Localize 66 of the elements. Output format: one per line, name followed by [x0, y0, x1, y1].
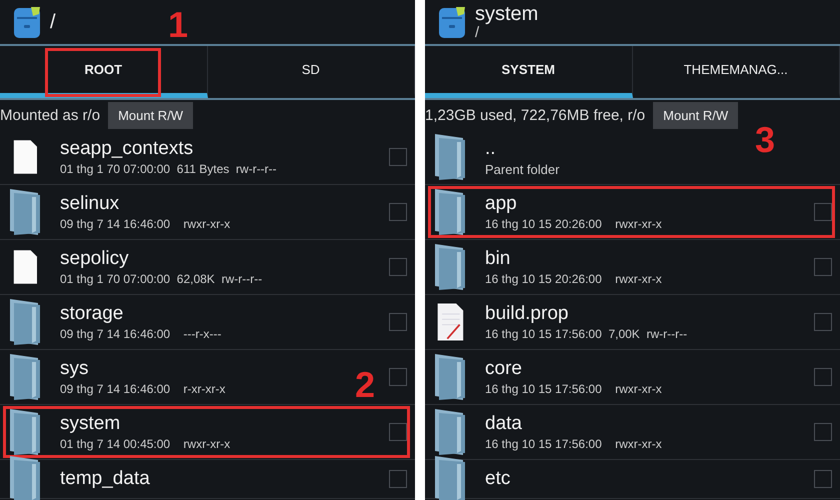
checkbox[interactable]	[814, 258, 832, 276]
file-details: 01 thg 1 70 07:00:00 611 Bytes rw-r--r--	[60, 162, 277, 176]
checkbox[interactable]	[389, 148, 407, 166]
tab[interactable]: THEMEMANAG...	[632, 46, 840, 98]
file-details: 09 thg 7 14 16:46:00 r-xr-xr-x	[60, 382, 226, 396]
step-number: 1	[168, 7, 188, 43]
file-name: etc	[485, 468, 510, 490]
file-name: core	[485, 358, 522, 380]
checkbox[interactable]	[814, 313, 832, 331]
file-details: 16 thg 10 15 17:56:00 rwxr-xr-x	[485, 437, 662, 451]
tab[interactable]: SD	[208, 46, 415, 98]
folder-path: /	[475, 24, 480, 40]
checkbox[interactable]	[389, 368, 407, 386]
folder-icon	[433, 242, 467, 292]
file-name: ..	[485, 138, 496, 160]
checkbox[interactable]	[389, 470, 407, 488]
file-details: 01 thg 7 14 00:45:00 rwxr-xr-x	[60, 437, 230, 451]
folder-icon	[8, 297, 42, 347]
checkbox[interactable]	[389, 313, 407, 331]
folder-icon	[8, 454, 42, 500]
tab[interactable]: ROOT	[0, 46, 208, 98]
checkbox[interactable]	[389, 203, 407, 221]
file-name: app	[485, 193, 517, 215]
checkbox[interactable]	[814, 368, 832, 386]
mount-status: 1,23GB used, 722,76MB free, r/o	[425, 106, 646, 124]
folder-icon	[8, 187, 42, 237]
mount-status: Mounted as r/o	[0, 106, 100, 124]
folder-icon	[433, 187, 467, 237]
checkbox[interactable]	[814, 203, 832, 221]
file-details: 16 thg 10 15 17:56:00 rwxr-xr-x	[485, 382, 662, 396]
file-details: 09 thg 7 14 16:46:00 rwxr-xr-x	[60, 217, 230, 231]
step-number: 2	[354, 367, 375, 403]
folder-icon	[433, 407, 467, 457]
file-name: build.prop	[485, 303, 568, 325]
file-name: bin	[485, 248, 510, 270]
step-number: 3	[755, 122, 776, 158]
file-details: 16 thg 10 15 20:26:00 rwxr-xr-x	[485, 272, 662, 286]
file-name: storage	[60, 303, 124, 325]
checkbox[interactable]	[389, 258, 407, 276]
folder-icon	[433, 454, 467, 500]
file-name: seapp_contexts	[60, 138, 194, 160]
file-details: 16 thg 10 15 20:26:00 rwxr-xr-x	[485, 217, 662, 231]
tab[interactable]: SYSTEM	[425, 46, 632, 98]
file-details: 09 thg 7 14 16:46:00 ---r-x---	[60, 327, 222, 341]
file-name: sepolicy	[60, 248, 129, 270]
checkbox[interactable]	[814, 423, 832, 441]
file-name: selinux	[60, 193, 120, 215]
file-name: system	[60, 413, 120, 435]
file-details: Parent folder	[485, 162, 560, 176]
folder-title: /	[50, 12, 56, 32]
file-name: sys	[60, 358, 88, 380]
folder-icon	[8, 352, 42, 402]
cabinet-icon	[437, 5, 467, 39]
checkbox[interactable]	[389, 423, 407, 441]
folder-icon	[8, 407, 42, 457]
folder-title: system	[475, 4, 538, 25]
checkbox[interactable]	[814, 470, 832, 488]
mount-button[interactable]: Mount R/W	[653, 102, 738, 128]
folder-icon	[433, 132, 467, 182]
cabinet-icon	[12, 5, 42, 39]
folder-icon	[433, 352, 467, 402]
file-details: 16 thg 10 15 17:56:00 7,00K rw-r--r--	[485, 327, 688, 341]
file-details: 01 thg 1 70 07:00:00 62,08K rw-r--r--	[60, 272, 262, 286]
file-name: temp_data	[60, 468, 150, 490]
file-name: data	[485, 413, 522, 435]
mount-button[interactable]: Mount R/W	[108, 102, 194, 128]
